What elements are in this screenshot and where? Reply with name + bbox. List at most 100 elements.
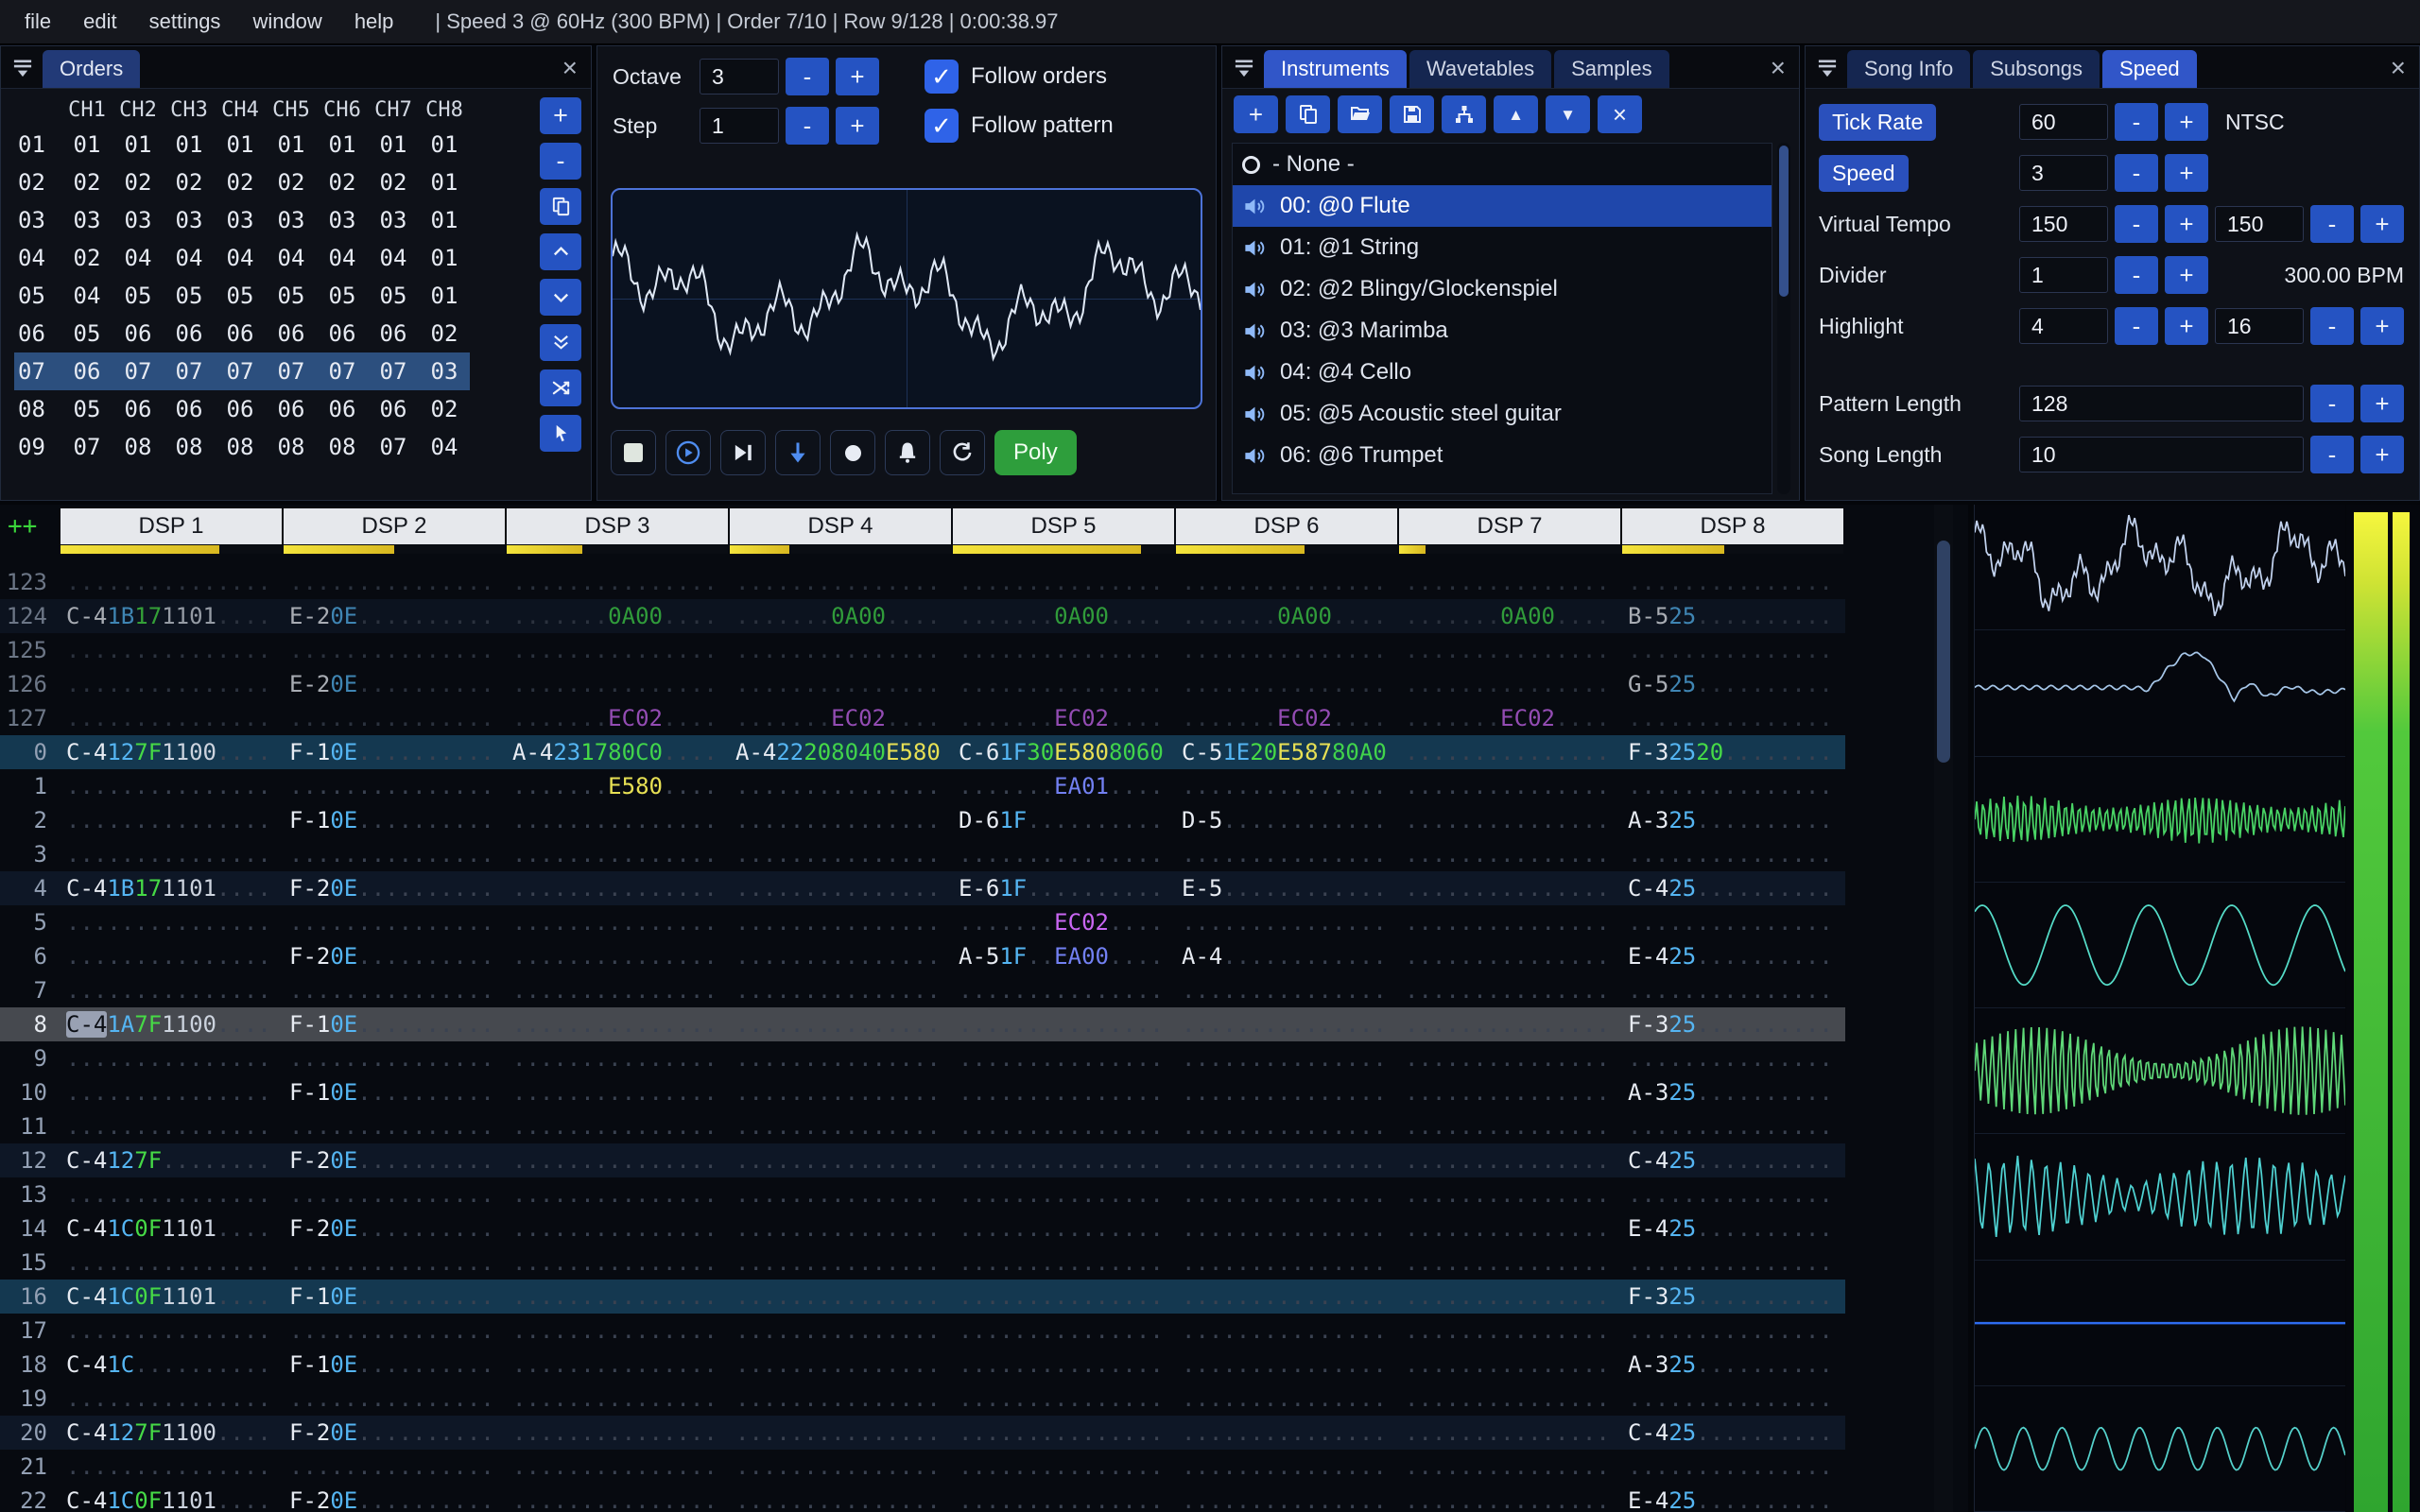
pattern-cell[interactable]: D-61F.......... <box>953 803 1176 837</box>
step-input[interactable]: 1 <box>700 108 779 144</box>
tick-rate-decrease-button[interactable]: - <box>2115 103 2158 141</box>
pattern-cell[interactable]: ............... <box>730 1280 953 1314</box>
divider-input[interactable]: 1 <box>2019 257 2108 293</box>
order-remove-button[interactable]: - <box>540 143 581 180</box>
pattern-cell[interactable]: .......EC02.... <box>953 905 1176 939</box>
pattern-cell[interactable]: ............... <box>507 1416 730 1450</box>
virtual-tempo-den-decrease-button[interactable]: - <box>2310 205 2354 243</box>
pattern-cell[interactable]: ............... <box>1399 1484 1622 1512</box>
pattern-cell[interactable]: ............... <box>953 1348 1176 1382</box>
pattern-cell[interactable]: ............... <box>730 939 953 973</box>
pattern-cell[interactable]: ............... <box>1176 1246 1399 1280</box>
octave-input[interactable]: 3 <box>700 59 779 94</box>
pattern-cell[interactable]: ............... <box>60 667 284 701</box>
pattern-cell[interactable]: ............... <box>1176 1177 1399 1211</box>
order-cell[interactable]: 04 <box>215 239 266 277</box>
order-cell[interactable]: 06 <box>266 390 317 428</box>
pattern-cell[interactable]: ............... <box>1399 1348 1622 1382</box>
pattern-cell[interactable]: ............... <box>730 769 953 803</box>
instrument-duplicate-button[interactable] <box>1286 95 1330 133</box>
pattern-cell[interactable]: ............... <box>730 1041 953 1075</box>
pattern-cell[interactable]: A-325.......... <box>1622 1348 1845 1382</box>
pattern-cell[interactable]: ............... <box>953 1314 1176 1348</box>
order-cell[interactable]: 04 <box>419 428 470 466</box>
instrument-item[interactable]: 04: @4 Cello <box>1233 352 1772 393</box>
pattern-cell[interactable]: ............... <box>1176 973 1399 1007</box>
pattern-cell[interactable]: C-41A7F1100.... <box>60 1007 284 1041</box>
pattern-cell[interactable]: ............... <box>730 1450 953 1484</box>
pattern-cell[interactable]: ............... <box>1399 871 1622 905</box>
pattern-cell[interactable]: ............... <box>507 1450 730 1484</box>
pattern-cell[interactable]: F-20E.......... <box>284 1416 507 1450</box>
pattern-cell[interactable]: ............... <box>507 1007 730 1041</box>
instrument-open-button[interactable] <box>1338 95 1382 133</box>
channel-name[interactable]: DSP 4 <box>730 508 951 544</box>
pattern-cell[interactable]: ............... <box>507 633 730 667</box>
instrument-item[interactable]: 03: @3 Marimba <box>1233 310 1772 352</box>
order-edit-cursor-button[interactable] <box>540 415 581 452</box>
instrument-item[interactable]: 02: @2 Blingy/Glockenspiel <box>1233 268 1772 310</box>
pattern-length-decrease-button[interactable]: - <box>2310 385 2354 422</box>
pattern-cell[interactable]: ............... <box>730 803 953 837</box>
pattern-cell[interactable]: .......0A00.... <box>1176 599 1399 633</box>
order-cell[interactable]: 01 <box>112 126 164 163</box>
step-decrease-button[interactable]: - <box>786 107 829 145</box>
pattern-cell[interactable]: ............... <box>953 1075 1176 1109</box>
follow-pattern-checkbox[interactable]: ✓ <box>925 109 959 143</box>
pattern-cell[interactable]: C-41B171101.... <box>60 871 284 905</box>
pattern-cell[interactable]: ............... <box>730 565 953 599</box>
pattern-cell[interactable]: ............... <box>1176 565 1399 599</box>
speed-decrease-button[interactable]: - <box>2115 154 2158 192</box>
pattern-cell[interactable]: .......EC02.... <box>730 701 953 735</box>
pattern-cell[interactable]: ............... <box>953 1007 1176 1041</box>
pattern-cell[interactable]: ............... <box>1622 633 1845 667</box>
pattern-cell[interactable]: E-20E.......... <box>284 599 507 633</box>
pattern-cell[interactable]: ............... <box>284 1041 507 1075</box>
pattern-cell[interactable]: ............... <box>60 565 284 599</box>
instrument-item[interactable]: 05: @5 Acoustic steel guitar <box>1233 393 1772 435</box>
order-cell[interactable]: 05 <box>368 277 419 315</box>
pattern-cell[interactable]: ............... <box>507 565 730 599</box>
pattern-cell[interactable]: C-4127F1100.... <box>60 1416 284 1450</box>
pattern-cell[interactable]: ............... <box>60 1041 284 1075</box>
pattern-cell[interactable]: ............... <box>1622 1450 1845 1484</box>
highlight-b-decrease-button[interactable]: - <box>2310 307 2354 345</box>
pattern-cell[interactable]: .......0A00.... <box>730 599 953 633</box>
pattern-cell[interactable]: ............... <box>60 939 284 973</box>
pattern-cell[interactable]: ............... <box>1622 1382 1845 1416</box>
order-cell[interactable]: 04 <box>368 239 419 277</box>
order-row[interactable]: 03 03 03 03 03 03 03 03 01 <box>14 201 470 239</box>
menu-help[interactable]: help <box>354 9 394 34</box>
pattern-cell[interactable]: ............... <box>953 837 1176 871</box>
pattern-cell[interactable]: ............... <box>1399 1109 1622 1143</box>
channel-name[interactable]: DSP 1 <box>60 508 282 544</box>
divider-decrease-button[interactable]: - <box>2115 256 2158 294</box>
pattern-cell[interactable]: ............... <box>730 1416 953 1450</box>
order-cell[interactable]: 03 <box>368 201 419 239</box>
pattern-cell[interactable]: ............... <box>60 803 284 837</box>
step-increase-button[interactable]: + <box>836 107 879 145</box>
pattern-cell[interactable]: ............... <box>1176 667 1399 701</box>
instrument-list-scrollbar[interactable] <box>1777 143 1790 494</box>
pattern-cell[interactable]: ............... <box>953 1450 1176 1484</box>
order-cell[interactable]: 04 <box>164 239 215 277</box>
pattern-cell[interactable]: ............... <box>1176 1314 1399 1348</box>
pattern-cell[interactable]: ............... <box>953 1041 1176 1075</box>
pattern-cell[interactable]: ............... <box>60 1382 284 1416</box>
order-cell[interactable]: 08 <box>164 428 215 466</box>
pattern-cell[interactable]: ............... <box>1176 1348 1399 1382</box>
play-from-cursor-button[interactable] <box>720 430 766 475</box>
pattern-cell[interactable]: ............... <box>1399 565 1622 599</box>
pattern-cell[interactable]: F-10E.......... <box>284 735 507 769</box>
song-length-decrease-button[interactable]: - <box>2310 436 2354 473</box>
pattern-cell[interactable]: ............... <box>284 701 507 735</box>
pattern-cell[interactable]: ............... <box>507 905 730 939</box>
tick-rate-input[interactable]: 60 <box>2019 104 2108 140</box>
highlight-b-increase-button[interactable]: + <box>2360 307 2404 345</box>
pattern-cell[interactable]: ............... <box>730 1075 953 1109</box>
pattern-cell[interactable]: ............... <box>1399 1075 1622 1109</box>
channel-header[interactable]: DSP 1 <box>60 508 282 554</box>
channel-name[interactable]: DSP 2 <box>284 508 505 544</box>
pattern-cell[interactable]: ............... <box>284 633 507 667</box>
pattern-cell[interactable]: ............... <box>1399 735 1622 769</box>
